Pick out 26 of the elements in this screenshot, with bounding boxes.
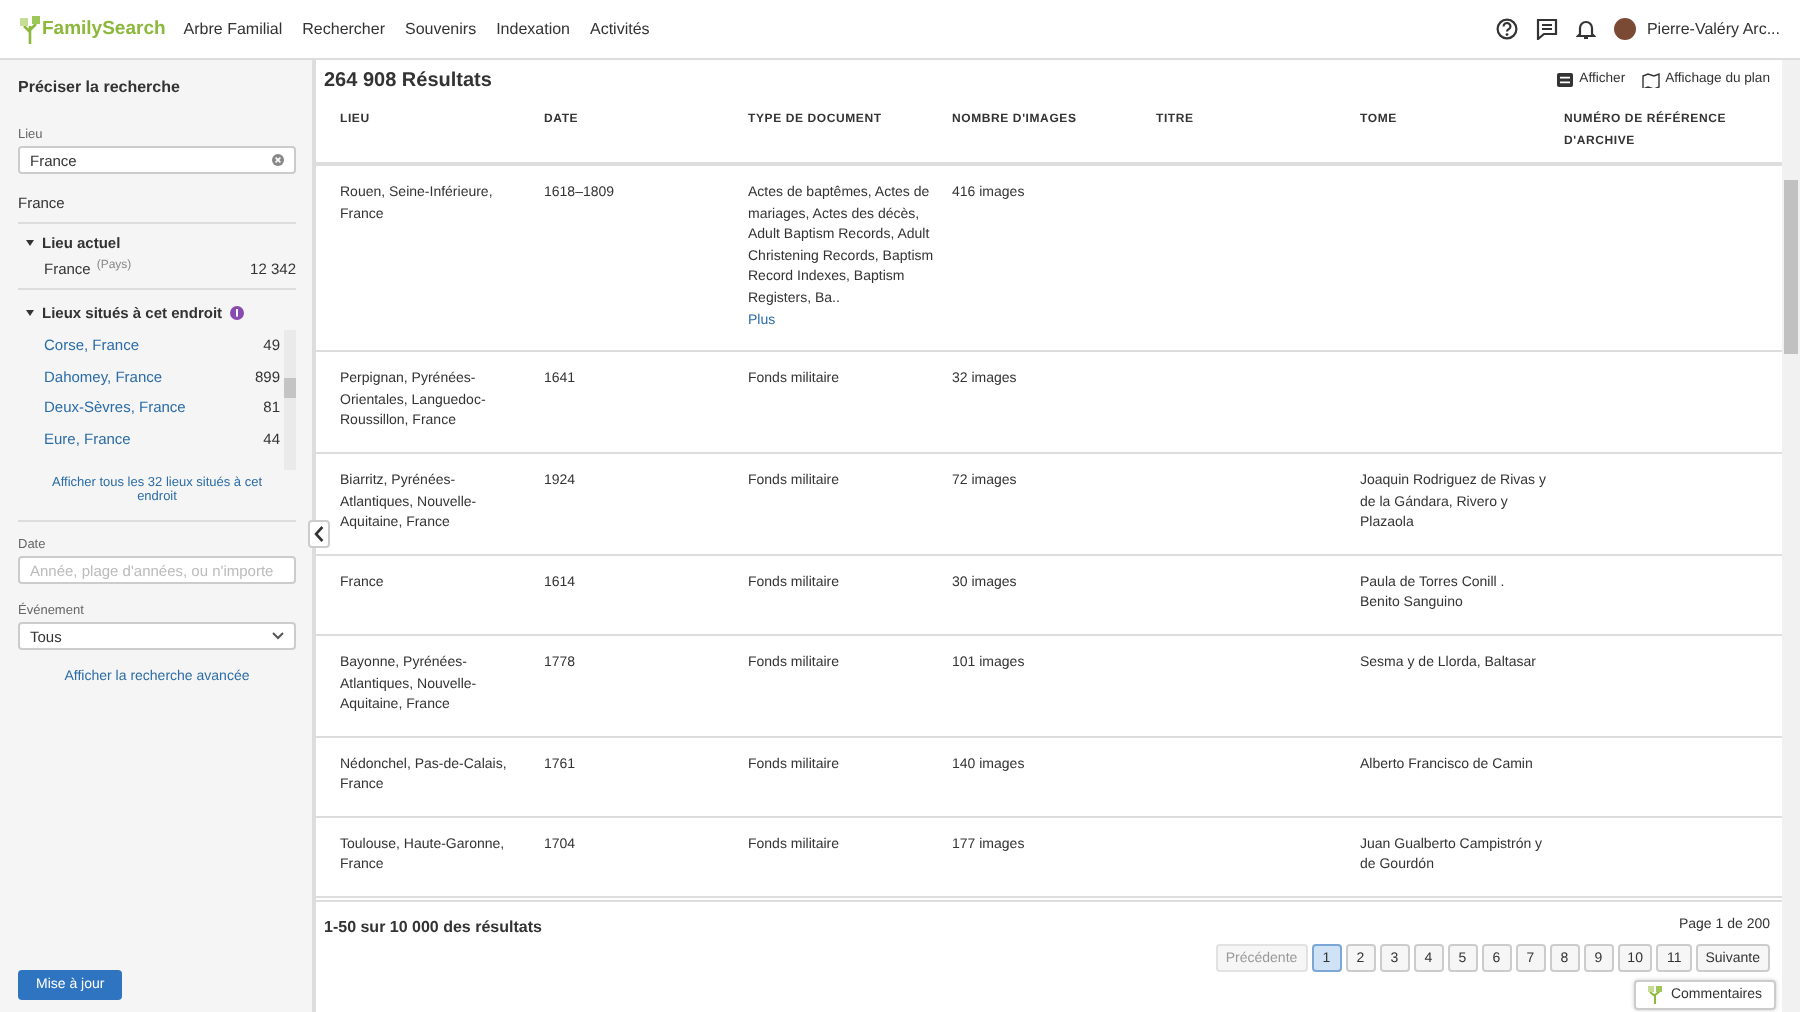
nav-link[interactable]: Rechercher [302,20,385,38]
tree-logo-icon [20,15,40,43]
chat-icon[interactable] [1536,18,1559,40]
help-icon[interactable] [1496,18,1519,40]
tree-icon [1648,986,1663,1004]
nav-link[interactable]: Arbre Familial [183,20,283,38]
results-summary: 1-50 sur 10 000 des résultats [324,918,542,940]
panel-title: Préciser la recherche [18,78,182,96]
avatar[interactable] [1614,18,1637,40]
nav-link[interactable]: Souvenirs [405,20,477,38]
sliders-icon [1555,71,1574,87]
chevron-left-icon [314,526,324,542]
nav-link[interactable]: Activités [590,20,650,38]
chevron-down-icon [272,632,284,640]
map-icon [1641,70,1660,88]
clear-icon[interactable] [272,154,284,166]
user-name[interactable]: Pierre-Valéry Arc... [1646,20,1780,38]
bell-icon[interactable] [1576,18,1597,40]
results-count: 264 908 Résultats [324,70,492,92]
info-icon [230,306,245,320]
expanded-arrow-icon[interactable] [26,310,34,316]
collapse-button[interactable] [308,520,330,548]
expanded-arrow-icon[interactable] [26,240,34,246]
scrollbar[interactable] [284,330,296,470]
nav-link[interactable]: Indexation [496,20,570,38]
scrollbar[interactable] [1782,60,1800,1012]
